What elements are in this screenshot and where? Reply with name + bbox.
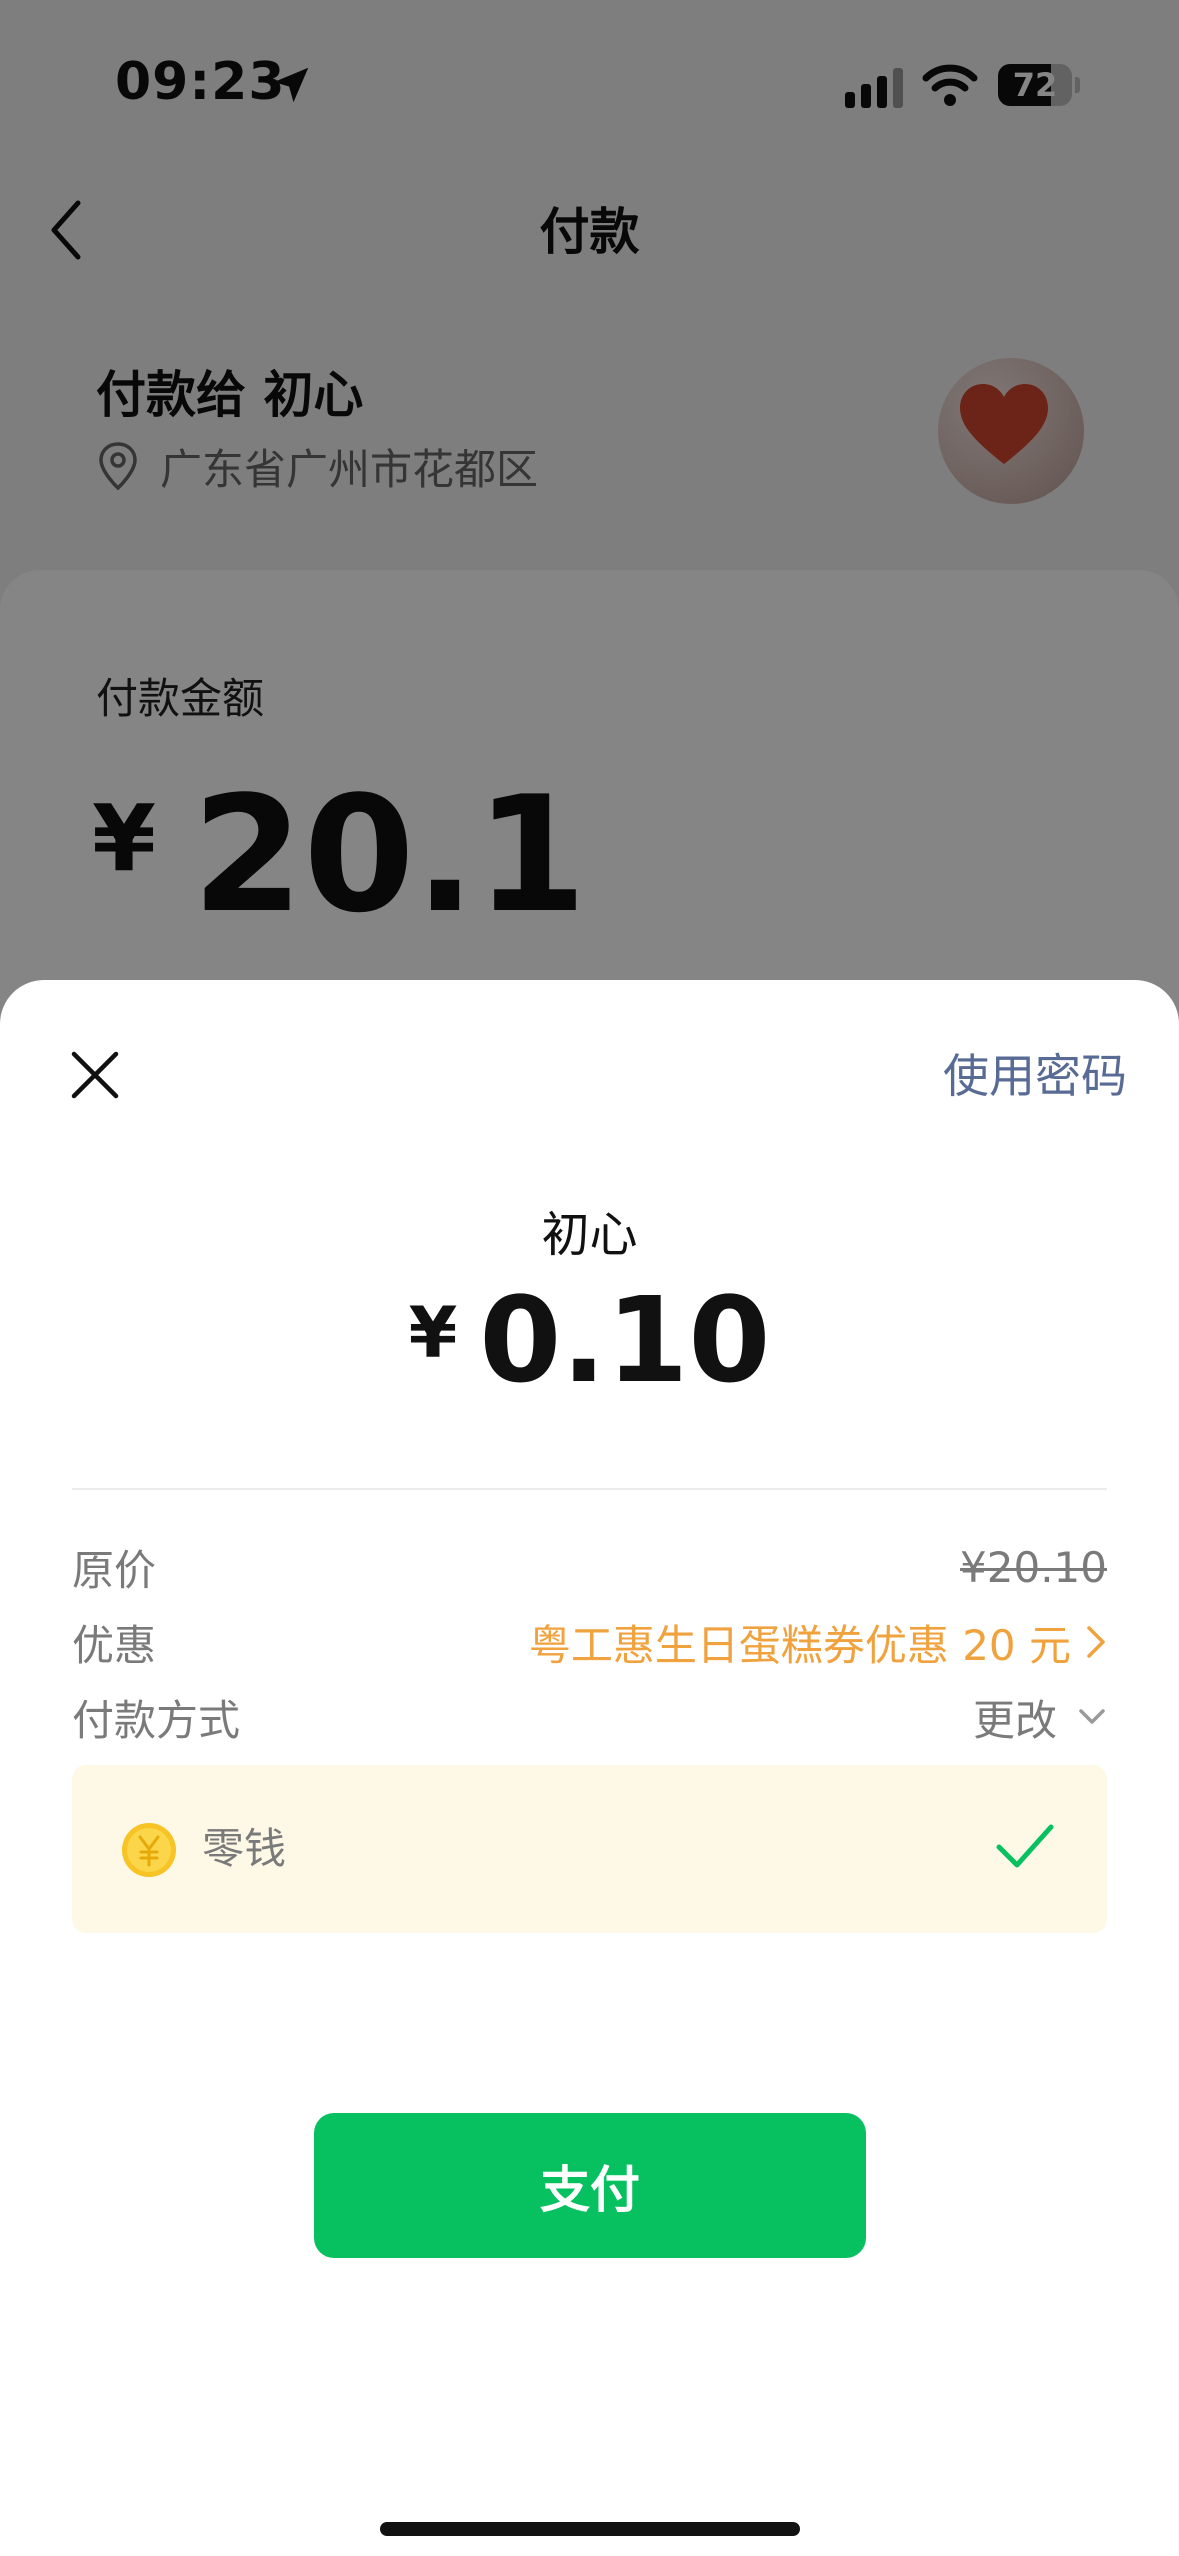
check-icon bbox=[996, 1824, 1054, 1868]
payment-sheet: 使用密码 初心 ¥ 0.10 原价 ¥20.10 优惠 粤工惠生日蛋糕券优惠 2… bbox=[0, 980, 1179, 2556]
divider bbox=[72, 1488, 1107, 1490]
recipient-name: 初心 bbox=[541, 1207, 638, 1263]
coin-icon bbox=[122, 1823, 176, 1877]
pay-currency-symbol: ¥ bbox=[408, 1292, 458, 1374]
home-indicator[interactable] bbox=[380, 2522, 800, 2536]
use-password-button[interactable]: 使用密码 bbox=[943, 1040, 1127, 1106]
chevron-right-icon bbox=[1087, 1626, 1105, 1658]
discount-text: 粤工惠生日蛋糕券优惠 20 元 bbox=[528, 1620, 1071, 1670]
original-price-row: 原价 ¥20.10 bbox=[72, 1535, 1107, 1599]
payment-method-option[interactable]: 零钱 bbox=[72, 1765, 1107, 1933]
pay-amount: ¥ 0.10 bbox=[0, 1280, 1179, 1400]
original-price-label: 原价 bbox=[72, 1545, 157, 1595]
discount-label: 优惠 bbox=[72, 1620, 157, 1670]
close-icon[interactable] bbox=[70, 1050, 120, 1100]
method-name: 零钱 bbox=[202, 1824, 287, 1873]
change-label: 更改 bbox=[972, 1695, 1057, 1745]
discount-row[interactable]: 优惠 粤工惠生日蛋糕券优惠 20 元 bbox=[72, 1610, 1107, 1674]
discount-value[interactable]: 粤工惠生日蛋糕券优惠 20 元 bbox=[529, 1612, 1107, 1673]
payment-method-row: 付款方式 更改 bbox=[72, 1685, 1107, 1749]
original-price-value: ¥20.10 bbox=[960, 1542, 1107, 1592]
pay-button[interactable]: 支付 bbox=[314, 2113, 866, 2258]
change-method-button[interactable]: 更改 bbox=[973, 1687, 1107, 1748]
payment-method-label: 付款方式 bbox=[72, 1695, 241, 1745]
chevron-down-icon bbox=[1079, 1709, 1105, 1724]
pay-amount-number: 0.10 bbox=[479, 1271, 771, 1409]
